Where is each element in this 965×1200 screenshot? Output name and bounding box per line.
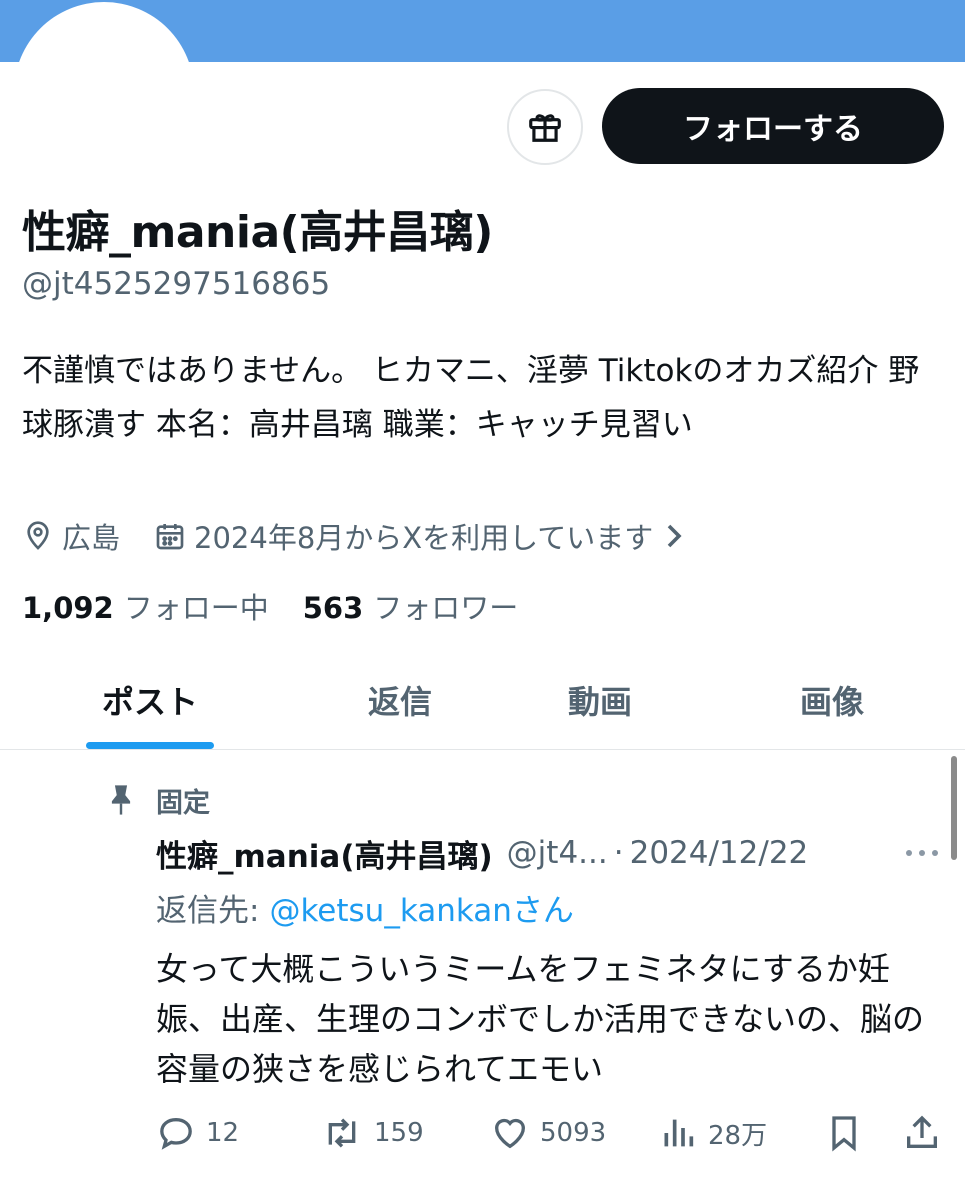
reply-icon (160, 1117, 192, 1150)
repost-button[interactable]: 159 (320, 1108, 424, 1158)
tab-images[interactable]: 画像 (732, 650, 932, 750)
post-author-name[interactable]: 性癖_mania(高井昌璃) (156, 831, 493, 876)
avatar-image (22, 10, 186, 174)
location-label: 広島 (62, 521, 121, 555)
profile-handle: @jt4525297516865 (22, 266, 331, 302)
more-icon (906, 850, 938, 856)
profile-tabs: ポスト 返信 動画 画像 (0, 650, 965, 750)
followers-label: フォロワー (373, 591, 519, 625)
active-tab-indicator (86, 742, 214, 749)
separator-dot: · (613, 835, 624, 871)
profile-bio: 不謹慎ではありません。 ヒカマニ、淫夢 Tiktokのオカズ紹介 野球豚潰す 本… (22, 353, 920, 443)
like-count: 5093 (540, 1118, 607, 1148)
post-date[interactable]: 2024/12/22 (630, 835, 809, 871)
repost-count: 159 (374, 1118, 424, 1148)
reply-prefix: 返信先: (156, 892, 260, 929)
share-icon (907, 1115, 937, 1148)
reply-mention: @ketsu_kankan (269, 892, 512, 929)
avatar-image (22, 834, 134, 946)
profile-avatar[interactable] (14, 2, 194, 182)
calendar-icon (156, 524, 184, 550)
profile-name: 性癖_mania(高井昌璃) (22, 207, 493, 258)
pinned-label: 固定 (156, 787, 210, 819)
pinned-indicator: 固定 (106, 780, 210, 820)
reply-count: 12 (206, 1118, 240, 1148)
reply-mention-link[interactable]: @ketsu_kankanさん (269, 885, 573, 930)
bookmark-icon (832, 1116, 856, 1152)
reply-suffix: さん (511, 892, 574, 929)
profile-stats: 1,092 フォロー中 563 フォロワー (22, 583, 518, 629)
post-author-handle[interactable]: @jt4... (507, 835, 608, 871)
heart-icon (494, 1118, 526, 1149)
post-author-avatar[interactable] (22, 834, 134, 946)
views-count: 28万 (708, 1120, 768, 1151)
following-label: フォロー中 (123, 591, 269, 625)
repost-icon (328, 1118, 356, 1148)
chevron-right-icon (661, 522, 693, 550)
share-button[interactable] (902, 1108, 952, 1158)
profile-meta: 広島 2024年8月からXを利用しています (22, 513, 693, 559)
tab-replies[interactable]: 返信 (300, 650, 500, 750)
location: 広島 (22, 515, 120, 557)
post-header: 性癖_mania(高井昌璃) @jt4... · 2024/12/22 (156, 830, 946, 876)
scrollbar[interactable] (951, 756, 957, 860)
bookmark-button[interactable] (824, 1108, 874, 1158)
post-text: 女って大概こういうミームをフェミネタにするか妊娠、出産、生理のコンボでしか活用で… (156, 950, 925, 1088)
pin-icon (111, 785, 131, 815)
gift-icon (526, 107, 564, 148)
views-icon (664, 1119, 694, 1147)
reply-button[interactable]: 12 (156, 1108, 239, 1158)
tab-posts[interactable]: ポスト (50, 650, 250, 750)
tab-videos[interactable]: 動画 (500, 650, 700, 750)
gift-button[interactable] (507, 89, 583, 165)
following-link[interactable]: 1,092 フォロー中 (22, 585, 269, 627)
followers-link[interactable]: 563 フォロワー (303, 585, 519, 627)
join-date[interactable]: 2024年8月からXを利用しています (154, 515, 693, 557)
following-count: 1,092 (22, 591, 114, 625)
reply-context: 返信先: @ketsu_kankanさん (156, 884, 574, 930)
post-actions: 12 159 5093 28万 (156, 1108, 946, 1158)
location-pin-icon (27, 521, 49, 550)
followers-count: 563 (302, 591, 364, 625)
follow-button[interactable]: フォローする (602, 88, 944, 164)
join-date-label: 2024年8月からXを利用しています (194, 521, 654, 555)
like-button[interactable]: 5093 (490, 1108, 606, 1158)
views-button[interactable]: 28万 (658, 1108, 767, 1158)
more-button[interactable] (902, 838, 942, 868)
